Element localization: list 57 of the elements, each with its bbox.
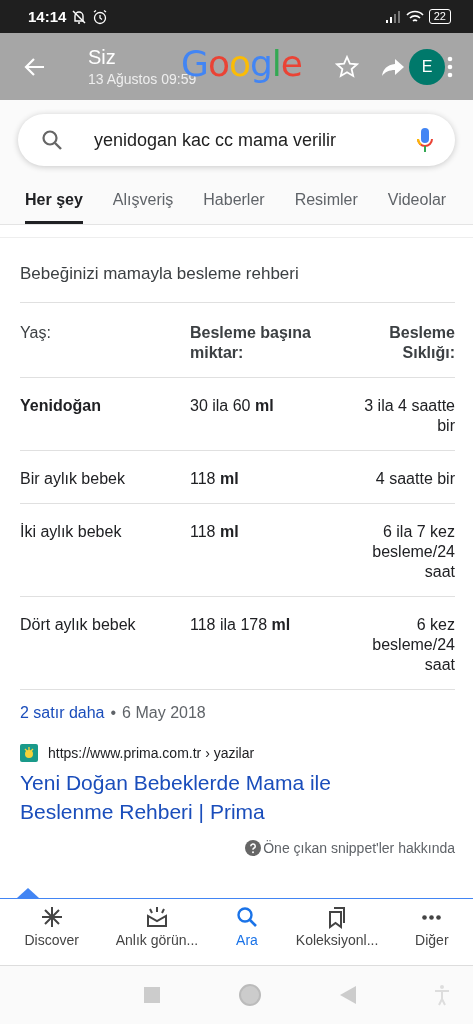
table-cell-text: 118 ml xyxy=(190,522,240,542)
search-field[interactable]: yenidogan kac cc mama verilir xyxy=(18,114,455,166)
square-icon[interactable] xyxy=(143,987,160,1003)
nav-item[interactable]: Diğer xyxy=(415,905,449,948)
account-title: Siz xyxy=(88,46,117,69)
table-cell-text: 118 ml xyxy=(190,469,240,489)
search-icon xyxy=(40,128,64,152)
site-favicon-icon xyxy=(20,744,38,762)
nav-item[interactable]: Discover xyxy=(24,905,79,948)
table-cell-text: 6 ila 7 kez besleme/24 saat xyxy=(371,522,455,582)
table-cell-text: 3 ila 4 saatte bir xyxy=(363,396,455,436)
share-arrow-icon[interactable] xyxy=(381,56,405,77)
asterisk-icon xyxy=(39,905,64,929)
about-snippets-link[interactable]: Öne çıkan snippet'ler hakkında xyxy=(245,840,455,856)
column-header: Besleme başına miktar: xyxy=(190,323,312,363)
more-rows-link[interactable]: 2 satır daha xyxy=(20,704,105,722)
column-header: Yaş: xyxy=(20,323,52,343)
nav-item[interactable]: Ara xyxy=(235,905,259,948)
back-arrow-icon[interactable] xyxy=(24,56,46,77)
status-time: 14:14 xyxy=(28,8,67,25)
table-cell-text: İki aylık bebek xyxy=(20,522,123,542)
search-tab[interactable]: Videolar xyxy=(387,176,447,224)
search-icon xyxy=(235,905,259,929)
search-tab[interactable]: Her şey xyxy=(25,176,83,224)
table-cell-text: 6 kez besleme/24 saat xyxy=(371,615,455,675)
search-tab[interactable]: Alışveriş xyxy=(112,176,174,224)
table-cell-text: 30 ila 60 ml xyxy=(190,396,275,416)
table-cell-text: Yenidoğan xyxy=(20,396,102,416)
wifi-icon xyxy=(405,9,424,24)
accessibility-icon[interactable] xyxy=(433,984,450,1006)
more-horizontal-icon xyxy=(422,915,442,920)
circle-icon[interactable] xyxy=(237,983,262,1007)
triangle-icon[interactable] xyxy=(339,986,356,1004)
separator-dot: • xyxy=(110,704,117,722)
snippet-heading: Bebeğinizi mamayla besleme rehberi xyxy=(20,238,455,303)
search-tab[interactable]: Haberler xyxy=(203,176,265,224)
avatar[interactable]: E xyxy=(409,48,445,85)
star-icon[interactable] xyxy=(335,54,359,79)
table-cell-text: 4 saatte bir xyxy=(374,469,455,489)
help-icon xyxy=(245,840,262,856)
source-url: https://www.prima.com.tr › yazilar xyxy=(48,745,255,761)
search-tab[interactable]: Resimler xyxy=(294,176,358,224)
microphone-icon[interactable] xyxy=(417,127,433,153)
date-text: 6 May 2018 xyxy=(122,704,206,722)
signal-icon xyxy=(384,10,401,23)
more-vertical-icon[interactable] xyxy=(447,55,453,78)
nav-item[interactable]: Anlık görün... xyxy=(115,905,199,948)
battery-indicator: 22 xyxy=(428,9,451,24)
alarm-clock-icon xyxy=(92,8,109,25)
column-header: Besleme Sıklığı: xyxy=(388,323,455,363)
table-cell-text: Bir aylık bebek xyxy=(20,469,126,489)
result-title-link[interactable]: Yeni Doğan Bebeklerde Mama ile Beslenme Rehberi | Prima xyxy=(20,768,400,826)
nav-item[interactable]: Koleksiyonl... xyxy=(295,905,379,948)
muted-bell-icon xyxy=(71,8,88,25)
tray-with-rays-icon xyxy=(144,905,169,929)
table-cell-text: Dört aylık bebek xyxy=(20,615,137,635)
table-cell-text: 118 ila 178 ml xyxy=(190,615,292,635)
